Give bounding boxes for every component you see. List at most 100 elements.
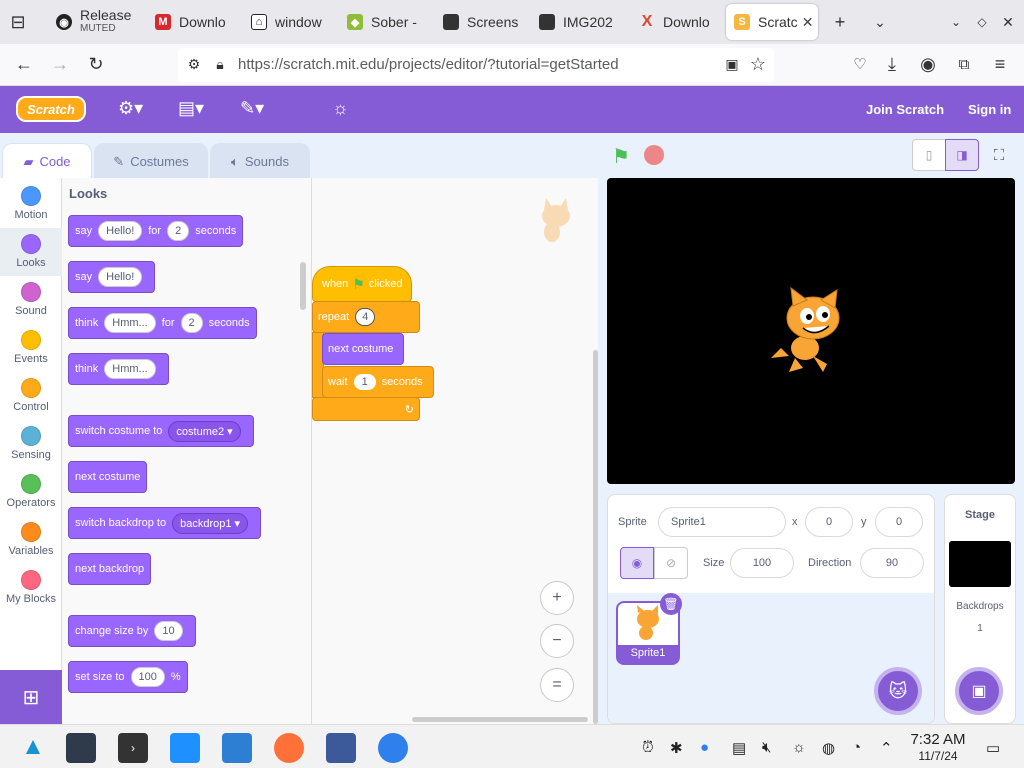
script-vertical-scrollbar[interactable]	[593, 350, 598, 724]
large-stage-icon[interactable]: ◨	[945, 139, 979, 171]
direction-input[interactable]: 90	[860, 548, 924, 578]
qbittorrent-tray-icon[interactable]: ●	[700, 739, 709, 756]
block-think[interactable]: think Hmm...	[68, 353, 169, 385]
category-operators[interactable]: Operators	[0, 468, 62, 516]
block-change-size[interactable]: change size by 10	[68, 615, 196, 647]
tab-7[interactable]: X Downlo	[639, 4, 727, 40]
brightness-icon[interactable]: ☼	[792, 739, 806, 756]
tab-costumes[interactable]: ✎ Costumes	[94, 143, 208, 179]
tab-5[interactable]: Screens	[443, 4, 531, 40]
add-backdrop-button[interactable]: ▣	[955, 667, 1003, 715]
arch-launcher-icon[interactable]: ▲	[18, 733, 48, 763]
tab-6[interactable]: IMG202	[539, 4, 627, 40]
small-stage-icon[interactable]: ▯	[912, 139, 946, 171]
updates-icon[interactable]: ◔	[852, 739, 861, 756]
chevron-down-icon[interactable]: ⌄	[868, 10, 892, 34]
stage-canvas[interactable]	[607, 178, 1015, 484]
qbittorrent-icon[interactable]	[378, 733, 408, 763]
join-scratch-link[interactable]: Join Scratch	[866, 102, 944, 117]
x-input[interactable]: 0	[805, 507, 853, 537]
hide-sprite-eye-icon[interactable]: ⊘	[654, 547, 688, 579]
editor-app-icon[interactable]	[326, 733, 356, 763]
download-icon[interactable]: ⤓	[880, 52, 904, 76]
zoom-in-button[interactable]: +	[540, 581, 574, 615]
repeat-count-input[interactable]: 4	[355, 308, 376, 326]
bluetooth-icon[interactable]: ✱	[670, 739, 683, 757]
backdrop-dropdown[interactable]: backdrop1 ▾	[172, 512, 249, 534]
tab-sounds[interactable]: 🔈︎ Sounds	[210, 143, 310, 179]
clipboard-icon[interactable]: ▤	[732, 739, 746, 757]
size-input[interactable]: 100	[730, 548, 794, 578]
block-input[interactable]: 100	[130, 667, 165, 687]
window-close-icon[interactable]: ✕	[996, 10, 1020, 34]
reader-mode-icon[interactable]: ▣	[720, 52, 744, 76]
close-tab-icon[interactable]: ✕	[802, 14, 814, 31]
block-input[interactable]: Hello!	[98, 221, 143, 241]
back-icon[interactable]: ←	[12, 52, 36, 76]
zoom-reset-button[interactable]: =	[540, 668, 574, 702]
notification-bell-icon[interactable]: ⏰︎	[642, 739, 654, 756]
sign-in-link[interactable]: Sign in	[968, 102, 1011, 117]
next-costume-script-block[interactable]: next costume	[322, 333, 404, 365]
category-variables[interactable]: Variables	[0, 516, 62, 564]
category-looks[interactable]: Looks	[0, 228, 62, 276]
network-icon[interactable]: ◍	[822, 739, 835, 757]
wait-seconds-input[interactable]: 1	[353, 374, 376, 390]
tab-4[interactable]: ◆ Sober -	[347, 4, 435, 40]
block-next-costume[interactable]: next costume	[68, 461, 148, 493]
add-sprite-button[interactable]: 🐱︎	[874, 667, 922, 715]
delete-sprite-trash-icon[interactable]: 🗑︎	[660, 593, 682, 615]
category-sound[interactable]: Sound	[0, 276, 62, 324]
sprite-name-input[interactable]: Sprite1	[658, 507, 786, 537]
minimize-icon[interactable]: ⌄	[944, 10, 968, 34]
url-text[interactable]: https://scratch.mit.edu/projects/editor/…	[238, 56, 619, 73]
fullscreen-icon[interactable]: ⛶	[984, 139, 1014, 171]
block-think-for-seconds[interactable]: think Hmm... for 2 seconds	[68, 307, 257, 339]
pocket-icon[interactable]: ♡	[848, 52, 872, 76]
when-flag-clicked-block[interactable]: when ⚑ clicked	[312, 266, 412, 302]
bookmark-star-icon[interactable]: ☆	[746, 52, 770, 76]
category-sensing[interactable]: Sensing	[0, 420, 62, 468]
y-input[interactable]: 0	[875, 507, 923, 537]
block-input[interactable]: 2	[180, 313, 203, 333]
palette-scrollbar[interactable]	[300, 262, 306, 310]
forward-icon[interactable]: →	[48, 52, 72, 76]
reload-icon[interactable]: ↻	[84, 52, 108, 76]
extensions-icon[interactable]: ⧉	[952, 52, 976, 76]
file-manager-icon[interactable]	[222, 733, 252, 763]
store-icon[interactable]	[170, 733, 200, 763]
category-events[interactable]: Events	[0, 324, 62, 372]
file-menu-icon[interactable]: ▤▾	[178, 98, 204, 119]
tray-expand-icon[interactable]: ⌃	[880, 739, 893, 757]
maximize-icon[interactable]: ◇	[970, 10, 994, 34]
stop-icon[interactable]	[644, 145, 664, 165]
terminal-icon[interactable]: ›	[118, 733, 148, 763]
block-input[interactable]: Hmm...	[104, 313, 156, 333]
scratch-logo[interactable]: Scratch	[16, 96, 86, 122]
firefox-icon[interactable]	[274, 733, 304, 763]
zoom-out-button[interactable]: −	[540, 624, 574, 658]
script-horizontal-scrollbar[interactable]	[412, 717, 588, 722]
category-control[interactable]: Control	[0, 372, 62, 420]
category-my-blocks[interactable]: My Blocks	[0, 564, 62, 612]
block-input[interactable]: Hello!	[98, 267, 143, 287]
tab-2[interactable]: M Downlo	[155, 4, 243, 40]
edit-menu-icon[interactable]: ✎▾	[240, 98, 264, 119]
costume-dropdown[interactable]: costume2 ▾	[168, 420, 241, 442]
cat-sprite[interactable]	[767, 286, 851, 374]
site-info-icon[interactable]: ⚙	[182, 52, 206, 76]
add-extension-button[interactable]: ⊞	[0, 670, 62, 724]
block-input[interactable]: 10	[154, 621, 183, 641]
tab-overview-icon[interactable]: ⊟	[6, 10, 30, 34]
block-input[interactable]: Hmm...	[104, 359, 156, 379]
block-switch-backdrop[interactable]: switch backdrop to backdrop1 ▾	[68, 507, 262, 539]
tutorials-lightbulb-icon[interactable]: ☼	[332, 98, 349, 119]
block-switch-costume[interactable]: switch costume to costume2 ▾	[68, 415, 254, 447]
tab-8-active[interactable]: S Scratc ✕	[726, 4, 818, 40]
clock-date[interactable]: 11/7/24	[904, 749, 972, 763]
clock-time[interactable]: 7:32 AM	[904, 731, 972, 748]
wait-seconds-block[interactable]: wait 1 seconds	[322, 366, 434, 398]
volume-muted-icon[interactable]: 🔇︎	[762, 739, 771, 756]
block-say[interactable]: say Hello!	[68, 261, 156, 293]
stage-selector-panel[interactable]: Stage Backdrops 1 ▣	[944, 494, 1016, 724]
